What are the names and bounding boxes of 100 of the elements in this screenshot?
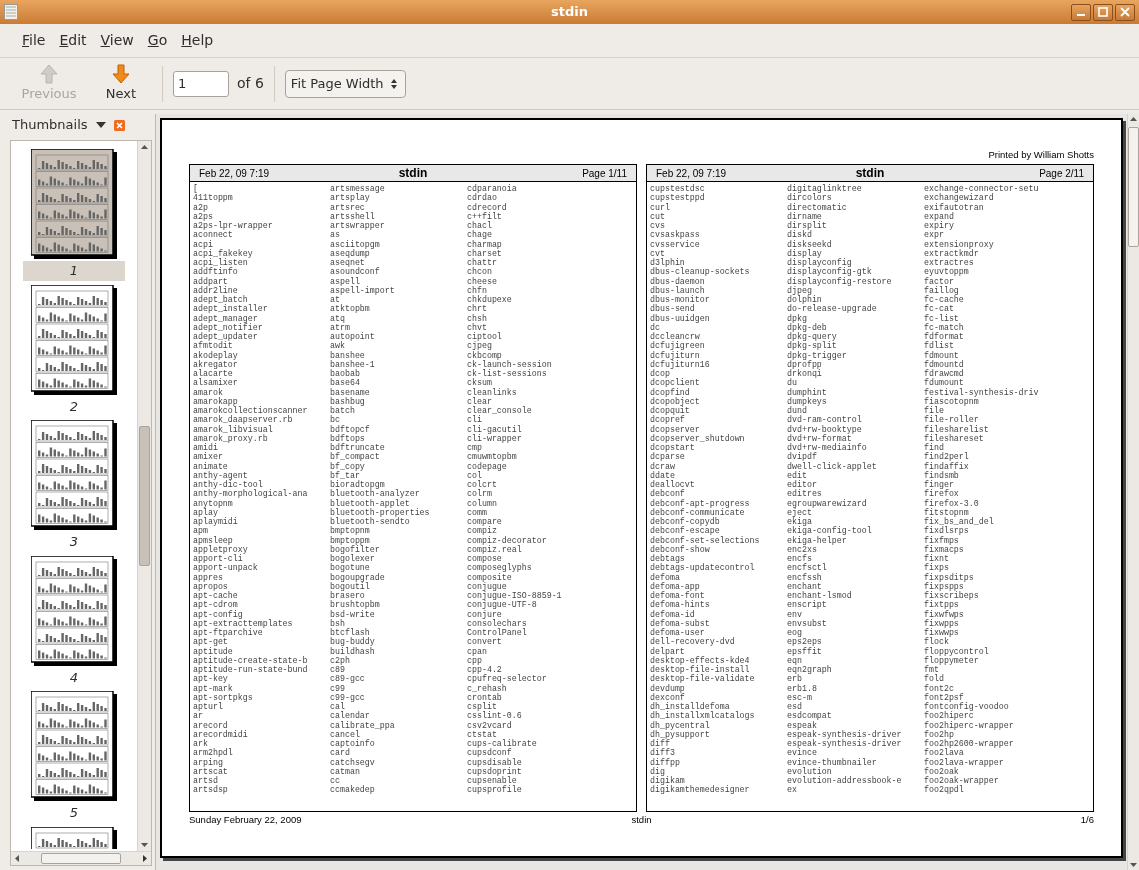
listing-line: evolution-addressbook-e <box>787 776 902 786</box>
listing-line: display <box>787 248 822 258</box>
listing-line: eps2eps <box>787 637 822 647</box>
listing-line: diff3 <box>650 748 675 758</box>
close-icon[interactable] <box>113 119 125 131</box>
listing-line: ckbcomp <box>467 350 502 360</box>
listing-line: esc-m <box>787 692 812 702</box>
listing-line: find2perl <box>924 452 969 462</box>
listing-line: chrt <box>467 304 487 314</box>
menu-item[interactable]: View <box>100 30 134 51</box>
scrollbar-thumb[interactable] <box>139 426 150 566</box>
listing-line: fdmount <box>924 350 959 360</box>
listing-line: bmptopnm <box>330 526 370 536</box>
header-page: Page 1/11 <box>581 166 627 181</box>
page-number-field[interactable]: 1 <box>173 70 229 97</box>
listing-line: debconf-escape <box>650 526 720 536</box>
dropdown-caret-icon[interactable] <box>95 122 106 128</box>
thumbnail-label[interactable]: 1 <box>23 261 125 281</box>
listing-line: enchant-lsmod <box>787 591 852 600</box>
listing-line: evince-thumbnailer <box>787 757 877 767</box>
listing-line: charset <box>467 248 502 258</box>
listing-line: buildhash <box>330 646 375 656</box>
listing-line: ar <box>193 711 203 721</box>
listing-line: expr <box>924 230 944 240</box>
listing-line: factor <box>924 276 954 286</box>
listing-line: finger <box>924 480 954 490</box>
listing-line: dvd+rw-mediainfo <box>787 443 867 452</box>
listing-line: dirsplit <box>787 221 827 231</box>
listing-line: compiz-decorator <box>467 535 547 545</box>
listing-line: fmt <box>924 665 939 674</box>
header-page: Page 2/11 <box>1038 166 1084 181</box>
listing-line: defoma-app <box>650 581 700 591</box>
zoom-select[interactable]: Fit Page Width <box>284 69 406 98</box>
thumbnail-label[interactable]: 4 <box>23 667 125 687</box>
listing-line: a2p <box>193 202 208 212</box>
listing-line: dcopserver <box>650 424 700 434</box>
vertical-scrollbar[interactable] <box>137 141 151 851</box>
listing-line: dund <box>787 406 807 415</box>
listing-line: apt-ftparchive <box>193 628 263 638</box>
header-title: stdin <box>854 165 886 182</box>
listing-line: anthy-agent <box>193 470 248 480</box>
up-arrow-icon <box>40 63 58 84</box>
listing-line: dbus-send <box>650 304 695 314</box>
listing-line: composite <box>467 572 512 582</box>
menu-item[interactable]: Edit <box>59 30 87 51</box>
listing-line: foo2oak-wrapper <box>924 776 999 786</box>
minimize-button[interactable] <box>1071 3 1091 21</box>
listing-line: adept_notifier <box>193 322 263 332</box>
horizontal-scrollbar[interactable] <box>11 851 151 865</box>
listing-line: filesharelist <box>924 424 989 434</box>
listing-line: chcon <box>467 267 492 277</box>
listing-line: asoundconf <box>330 267 380 277</box>
listing-line: eog <box>787 628 802 638</box>
thumbnail-label[interactable]: 3 <box>23 532 125 552</box>
listing-line: fixpsditps <box>924 572 974 582</box>
menu-item[interactable]: Go <box>147 30 168 51</box>
listing-line: cupsdisable <box>467 757 522 767</box>
listing-line: debtags-updatecontrol <box>650 563 755 573</box>
close-button[interactable] <box>1115 3 1135 21</box>
listing-line: dcop <box>650 369 670 379</box>
listing-line: cjpeg <box>467 341 492 351</box>
listing-line: bogofilter <box>330 544 380 554</box>
listing-line: deallocvt <box>650 480 695 489</box>
minimize-icon <box>1077 14 1085 16</box>
listing-line: baobab <box>330 369 360 378</box>
next-button[interactable]: Next <box>90 63 152 104</box>
listing-line: dcparse <box>650 452 685 462</box>
scrollbar-thumb[interactable] <box>41 853 121 864</box>
listing-line: at <box>330 295 340 304</box>
document-icon <box>4 4 18 20</box>
listing-line: dumpkeys <box>787 396 827 406</box>
listing-line: fixwfwps <box>924 609 964 619</box>
listing-line: chkdupexe <box>467 295 512 305</box>
listing-line: csplit <box>467 702 497 712</box>
scrollbar-thumb[interactable] <box>1128 127 1139 247</box>
listing-line: fixscribeps <box>924 591 979 601</box>
listing-line: fc-cache <box>924 295 964 304</box>
listing-line: debconf-show <box>650 544 710 554</box>
menu-item[interactable]: File <box>22 30 46 51</box>
listing-line: ctstat <box>467 729 497 739</box>
thumbnail-label[interactable]: 2 <box>23 396 125 416</box>
header-date: Feb 22, 09 7:19 <box>199 166 271 181</box>
listing-line: bf_copy <box>330 461 365 471</box>
listing-line: font2psf <box>924 692 964 702</box>
maximize-button[interactable] <box>1093 3 1113 21</box>
listing-line: bioradtopgm <box>330 480 385 490</box>
thumbnail-label[interactable]: 5 <box>23 803 125 823</box>
listing-line: fixwpps <box>924 618 959 628</box>
listing-line: egroupwarewizard <box>787 498 867 508</box>
listing-line: erb <box>787 674 802 684</box>
listing-line: basename <box>330 387 370 397</box>
listing-line: brushtopbm <box>330 600 380 610</box>
listing-line: apt-key <box>193 674 228 684</box>
listing-line: dircolors <box>787 193 832 203</box>
listing-line: chage <box>467 230 492 240</box>
menu-item[interactable]: Help <box>181 30 214 51</box>
listing-line: bf_compact <box>330 452 380 462</box>
listing-line: ccmakedep <box>330 785 375 795</box>
vertical-scrollbar[interactable] <box>1127 114 1139 870</box>
listing-line: apmsleep <box>193 535 233 545</box>
